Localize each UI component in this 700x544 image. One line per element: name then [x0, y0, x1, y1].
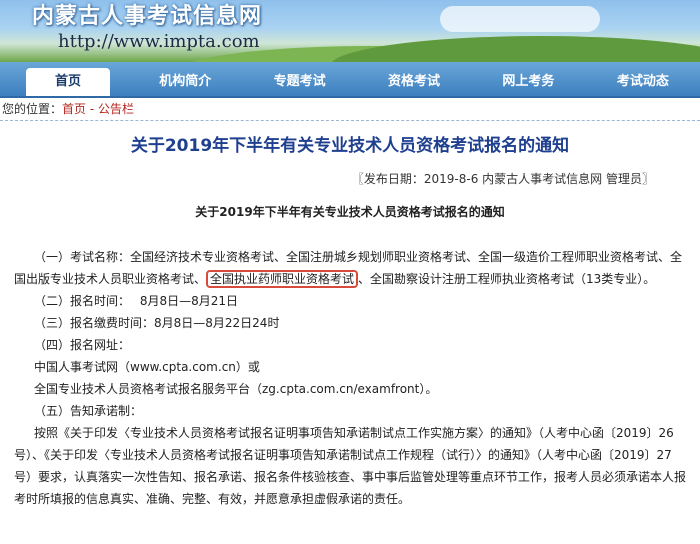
banner-hill: [330, 36, 700, 62]
article-body: （一）考试名称：全国经济技术专业资格考试、全国注册城乡规划师职业资格考试、全国一…: [0, 246, 700, 510]
breadcrumb-separator: -: [86, 102, 98, 116]
nav-item-special-exams[interactable]: 专题考试: [242, 68, 356, 96]
highlighted-exam-name: 全国执业药师职业资格考试: [206, 270, 359, 288]
registration-time: （二）报名时间： 8月8日—8月21日: [34, 294, 238, 308]
nav-item-exam-news[interactable]: 考试动态: [586, 68, 700, 96]
banner-cloud: [440, 6, 600, 32]
exam-names-paragraph: （一）考试名称：全国经济技术专业资格考试、全国注册城乡规划师职业资格考试、全国一…: [14, 246, 688, 290]
breadcrumb: 您的位置：首页 - 公告栏: [0, 98, 700, 120]
article-subtitle: 关于2019年下半年有关专业技术人员资格考试报名的通知: [195, 205, 505, 219]
exam-names-tail: 、全国勘察设计注册工程师执业资格考试（13类专业）。: [358, 272, 656, 286]
registration-url-heading: （四）报名网址：: [34, 338, 131, 352]
nav-item-home[interactable]: 首页: [26, 68, 110, 96]
commitment-heading: （五）告知承诺制：: [34, 404, 143, 418]
breadcrumb-label: 您的位置：: [2, 102, 63, 116]
site-url: http://www.impta.com: [58, 31, 260, 52]
site-title: 内蒙古人事考试信息网: [32, 4, 263, 29]
article-title: 关于2019年下半年有关专业技术人员资格考试报名的通知: [130, 136, 570, 156]
nav-item-online-services[interactable]: 网上考务: [471, 68, 585, 96]
nav-item-qualification-exams[interactable]: 资格考试: [357, 68, 471, 96]
zg-cpta-link[interactable]: 全国专业技术人员资格考试报名服务平台（zg.cpta.com.cn/examfr…: [14, 378, 688, 400]
nav-item-about[interactable]: 机构简介: [128, 68, 242, 96]
breadcrumb-current[interactable]: 公告栏: [98, 102, 134, 116]
divider: [0, 120, 700, 121]
commitment-paragraph: 按照《关于印发〈专业技术人员资格考试报名证明事项告知承诺制试点工作实施方案〉的通…: [14, 426, 687, 506]
payment-time: （三）报名缴费时间：8月8日—8月22日24时: [34, 316, 280, 330]
breadcrumb-home-link[interactable]: 首页: [62, 102, 86, 116]
main-nav: 首页 机构简介 专题考试 资格考试 网上考务 考试动态: [0, 62, 700, 98]
publish-meta: 〖发布日期：2019-8-6 内蒙古人事考试信息网 管理员〗: [351, 172, 654, 186]
site-banner: 内蒙古人事考试信息网 http://www.impta.com: [0, 0, 700, 62]
cpta-link[interactable]: 中国人事考试网（www.cpta.com.cn）或: [14, 356, 688, 378]
